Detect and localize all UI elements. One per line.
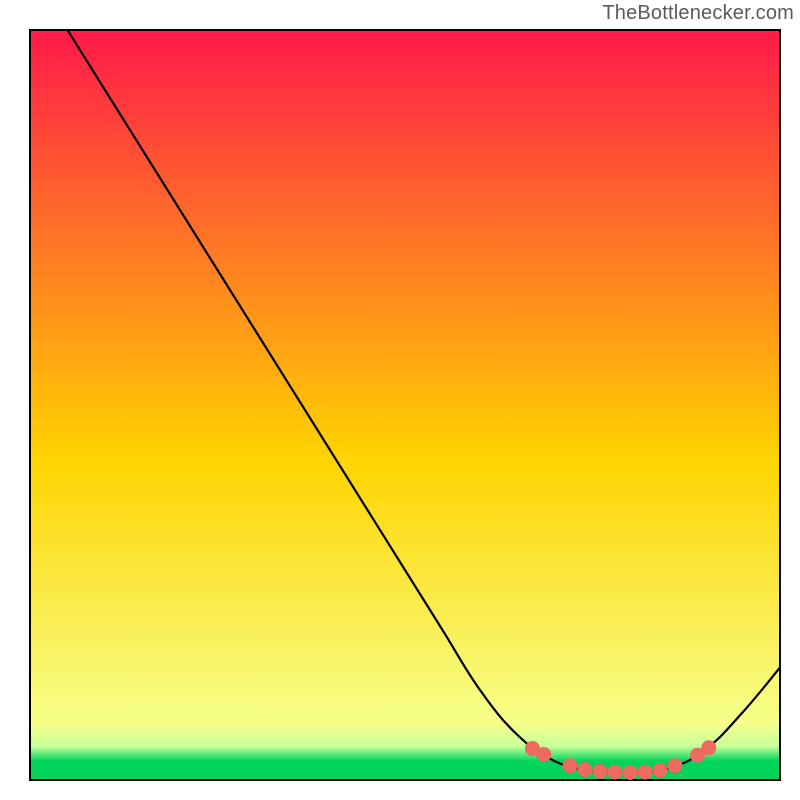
- data-marker: [668, 758, 683, 773]
- bottleneck-chart: [0, 0, 800, 800]
- data-marker: [701, 740, 716, 755]
- data-marker: [536, 747, 551, 762]
- data-marker: [653, 763, 668, 778]
- data-marker: [608, 765, 623, 780]
- data-marker: [593, 764, 608, 779]
- data-marker: [578, 762, 593, 777]
- watermark-label: TheBottlenecker.com: [602, 2, 794, 25]
- chart-stage: TheBottlenecker.com: [0, 0, 800, 800]
- gradient-background: [30, 30, 780, 780]
- data-marker: [638, 765, 653, 780]
- data-marker: [563, 758, 578, 773]
- data-marker: [623, 765, 638, 780]
